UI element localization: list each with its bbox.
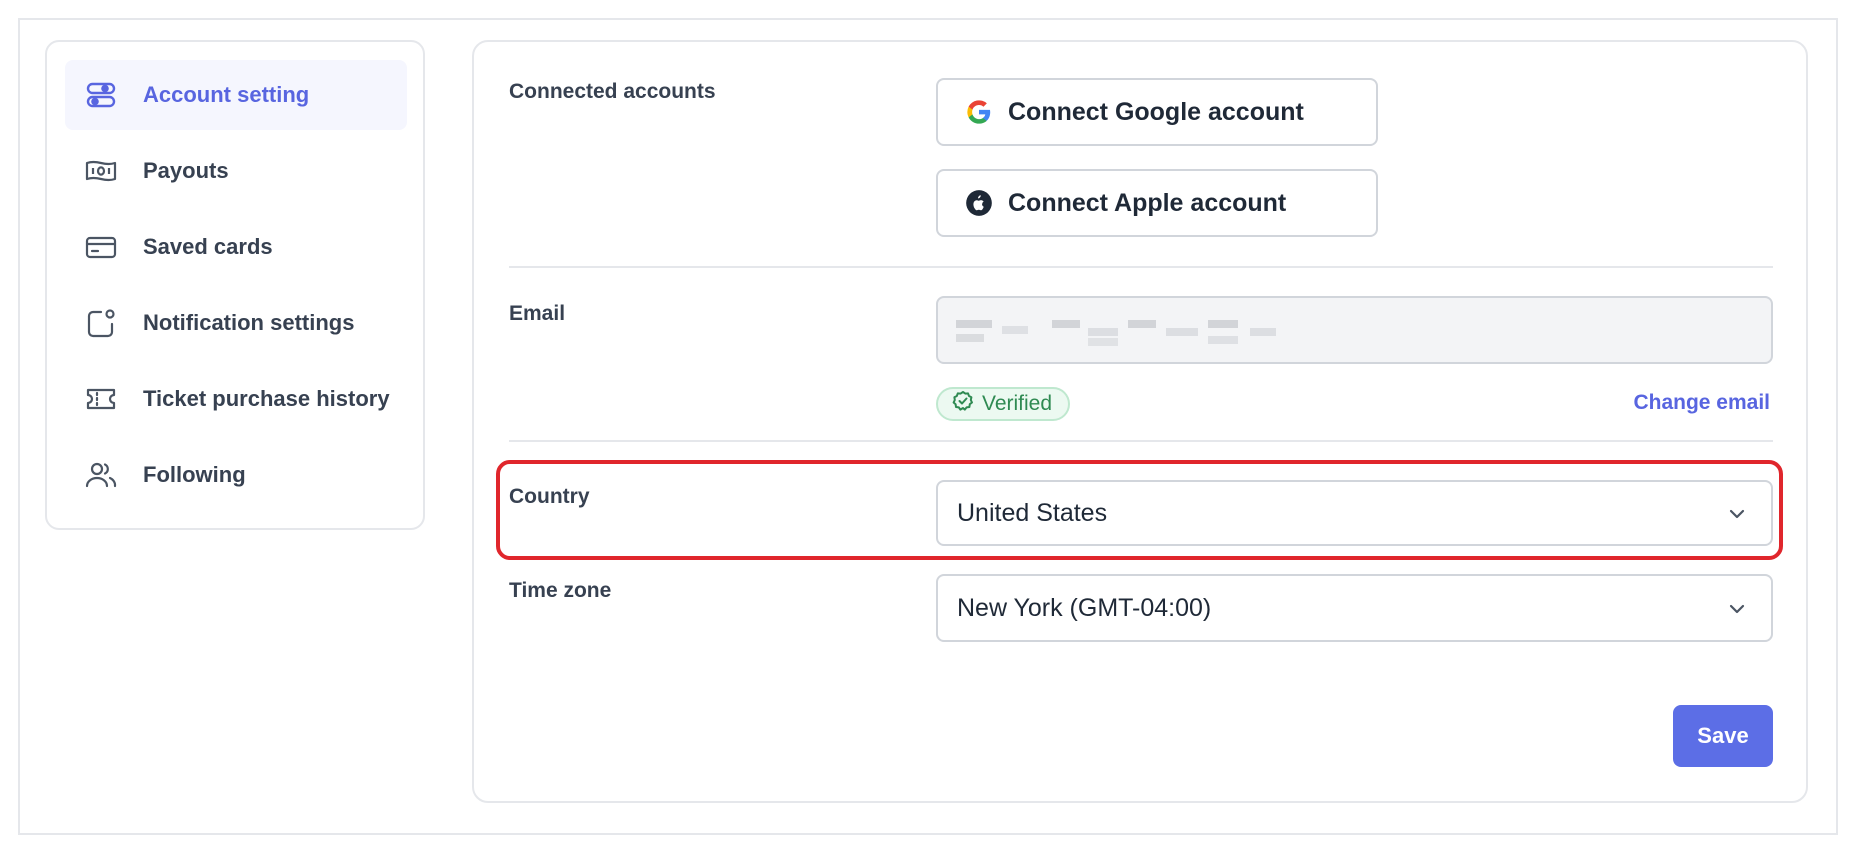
save-button[interactable]: Save bbox=[1673, 705, 1773, 767]
redacted-text bbox=[1208, 320, 1238, 328]
connect-apple-button[interactable]: Connect Apple account bbox=[936, 169, 1378, 237]
sidebar-item-label: Saved cards bbox=[143, 234, 273, 259]
verified-label: Verified bbox=[982, 392, 1053, 415]
country-label: Country bbox=[509, 485, 590, 508]
toggle-settings-icon bbox=[65, 60, 137, 130]
section-divider bbox=[509, 440, 1773, 442]
sidebar-item-label: Following bbox=[143, 462, 246, 487]
change-email-link[interactable]: Change email bbox=[1633, 391, 1770, 415]
sidebar-item-payouts[interactable]: Payouts bbox=[65, 136, 407, 206]
connect-google-button[interactable]: Connect Google account bbox=[936, 78, 1378, 146]
email-label: Email bbox=[509, 302, 566, 325]
redacted-text bbox=[1250, 328, 1276, 336]
time-zone-select[interactable]: New York (GMT-04:00) bbox=[936, 574, 1773, 642]
settings-sidebar: Account setting Payouts Saved cards Noti… bbox=[45, 40, 425, 530]
users-icon bbox=[65, 440, 137, 510]
connect-apple-label: Connect Apple account bbox=[1008, 188, 1287, 217]
redacted-text bbox=[1088, 338, 1118, 346]
sidebar-item-label: Account setting bbox=[143, 82, 310, 107]
sidebar-item-saved-cards[interactable]: Saved cards bbox=[65, 212, 407, 282]
section-divider bbox=[509, 266, 1773, 268]
redacted-text bbox=[1208, 336, 1238, 344]
ticket-icon bbox=[65, 364, 137, 434]
redacted-text bbox=[1166, 328, 1198, 336]
redacted-text bbox=[956, 334, 984, 342]
redacted-text bbox=[1052, 320, 1080, 328]
account-settings-panel: Connected accounts Connect Google accoun… bbox=[472, 40, 1808, 803]
sidebar-item-label: Ticket purchase history bbox=[143, 386, 390, 411]
notification-icon bbox=[65, 288, 137, 358]
redacted-text bbox=[956, 320, 992, 328]
redacted-text bbox=[1088, 328, 1118, 336]
sidebar-item-account-setting[interactable]: Account setting bbox=[65, 60, 407, 130]
sidebar-item-notification-settings[interactable]: Notification settings bbox=[65, 288, 407, 358]
chevron-down-icon bbox=[1725, 597, 1749, 621]
apple-icon bbox=[964, 188, 994, 218]
sidebar-item-following[interactable]: Following bbox=[65, 440, 407, 510]
cash-icon bbox=[65, 136, 137, 206]
sidebar-item-ticket-purchase-history[interactable]: Ticket purchase history bbox=[65, 364, 407, 434]
google-icon bbox=[964, 97, 994, 127]
time-zone-label: Time zone bbox=[509, 579, 612, 602]
chevron-down-icon bbox=[1725, 502, 1749, 526]
time-zone-value: New York (GMT-04:00) bbox=[957, 593, 1212, 622]
country-value: United States bbox=[957, 498, 1108, 527]
sidebar-item-label: Notification settings bbox=[143, 310, 355, 335]
redacted-text bbox=[1002, 326, 1028, 334]
verified-badge: Verified bbox=[936, 387, 1071, 421]
connect-google-label: Connect Google account bbox=[1008, 97, 1304, 126]
connected-accounts-label: Connected accounts bbox=[509, 80, 716, 103]
country-select[interactable]: United States bbox=[936, 480, 1773, 546]
sidebar-item-label: Payouts bbox=[143, 158, 229, 183]
check-badge-icon bbox=[952, 390, 974, 418]
email-field[interactable] bbox=[936, 296, 1773, 364]
credit-card-icon bbox=[65, 212, 137, 282]
redacted-text bbox=[1128, 320, 1156, 328]
